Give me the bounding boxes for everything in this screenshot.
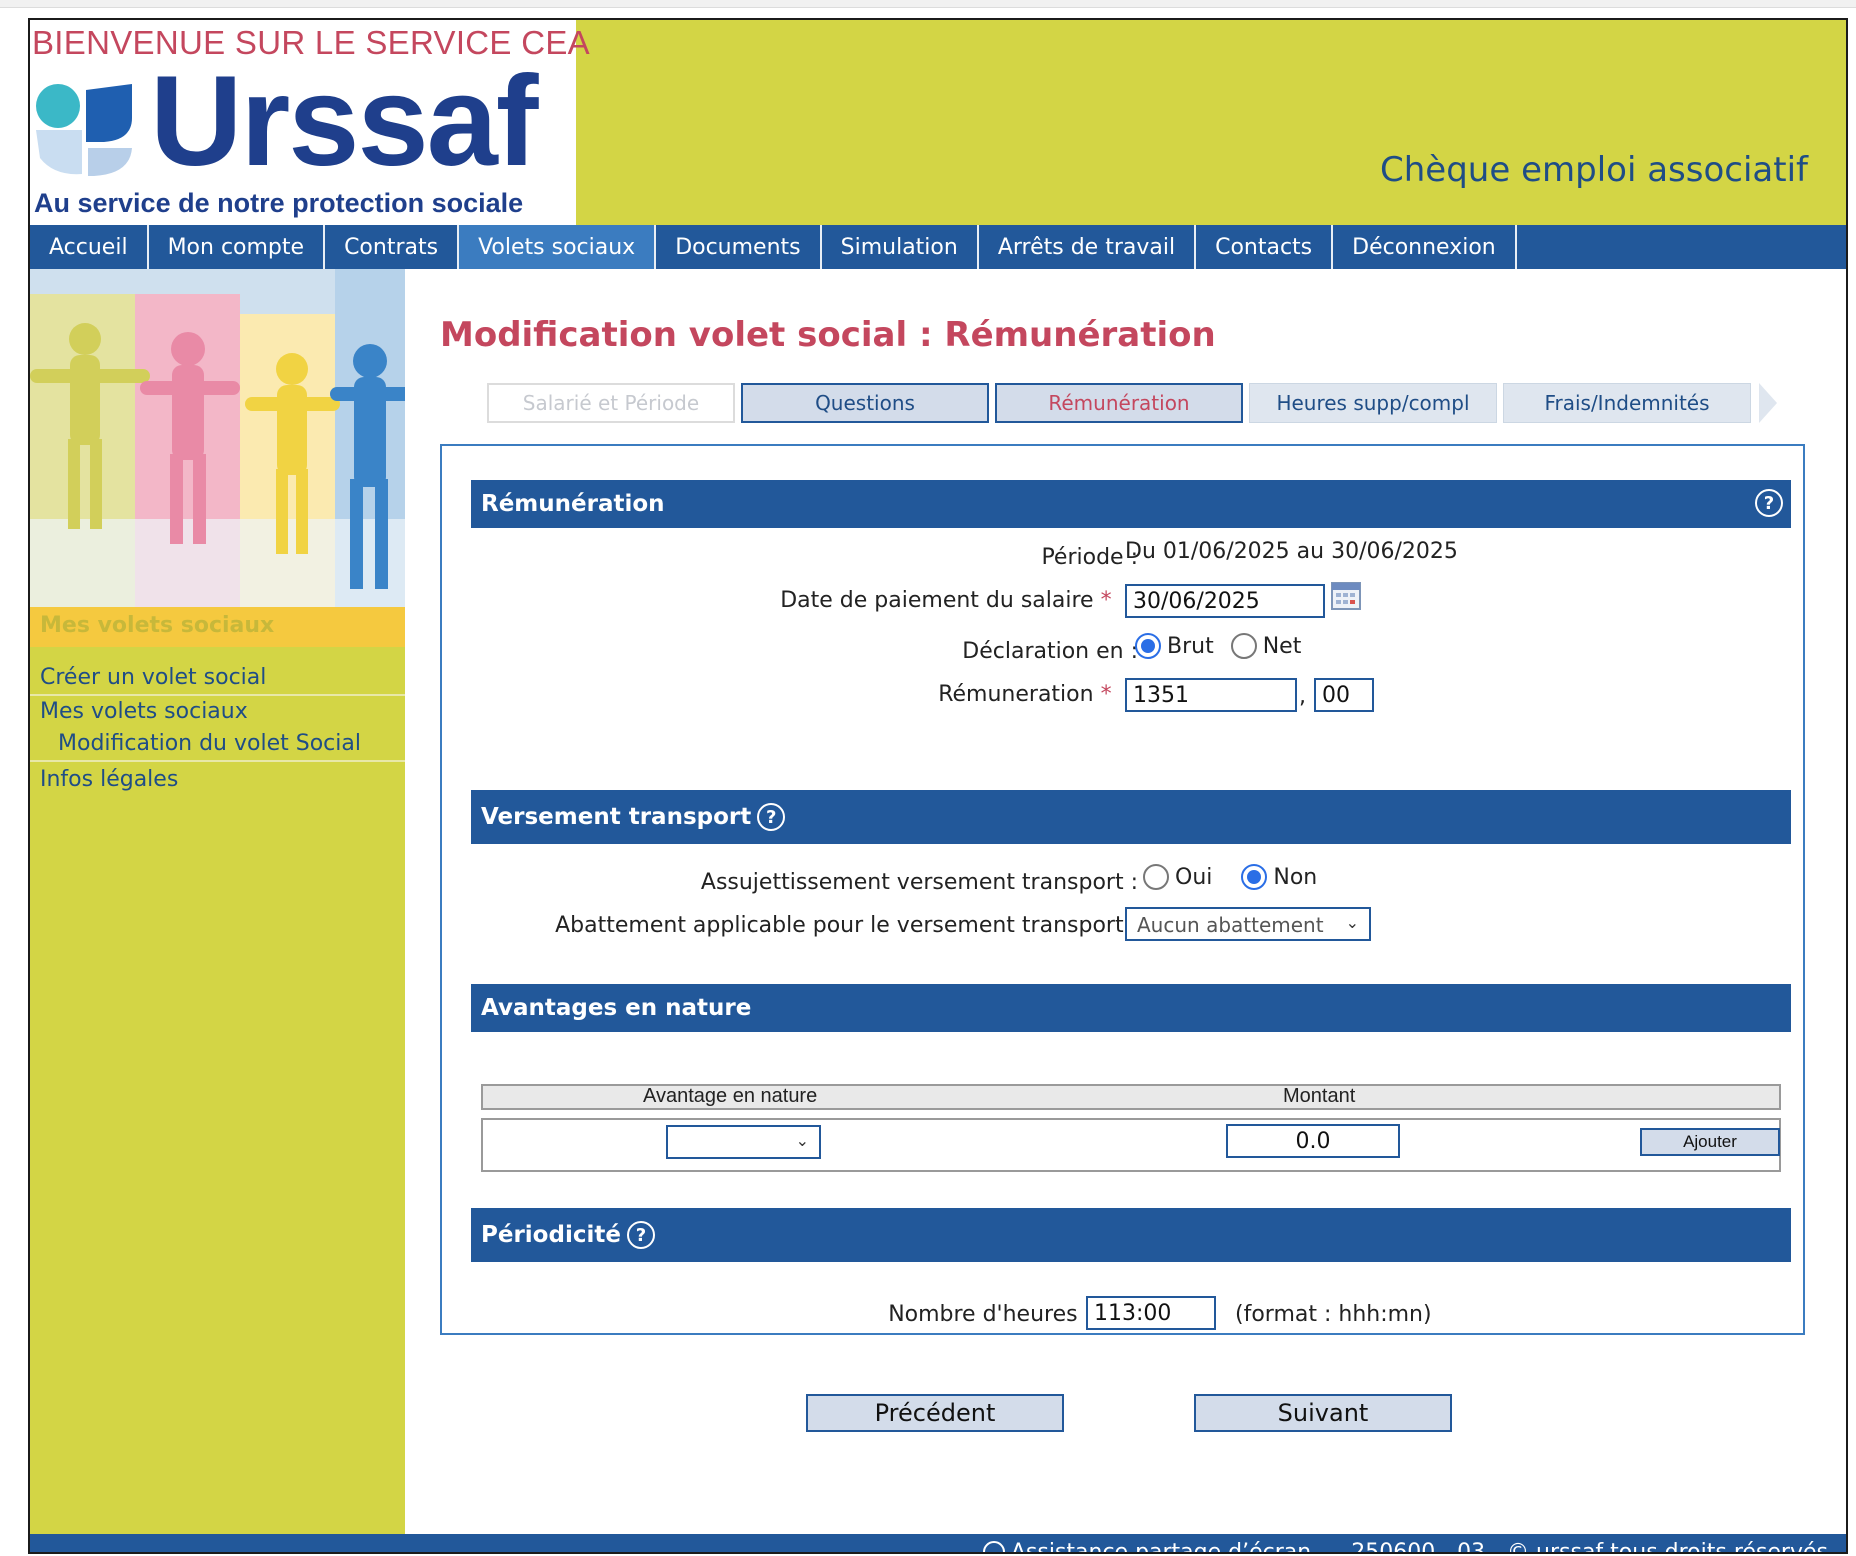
header: BIENVENUE SUR LE SERVICE CEA Urssaf Au s… xyxy=(30,20,1846,225)
app-frame: BIENVENUE SUR LE SERVICE CEA Urssaf Au s… xyxy=(28,18,1848,1554)
nav-documents[interactable]: Documents xyxy=(656,225,822,269)
assujettissement-label: Assujettissement versement transport : xyxy=(700,870,1138,895)
nav-deconnexion[interactable]: Déconnexion xyxy=(1333,225,1517,269)
footer: Assistance partage d’écran 250600 - 03 -… xyxy=(30,1534,1846,1554)
nav-arrets-de-travail[interactable]: Arrêts de travail xyxy=(979,225,1197,269)
section-avantages-header: Avantages en nature xyxy=(471,984,1791,1032)
urssaf-logo-icon xyxy=(36,84,132,176)
declaration-label: Déclaration en : xyxy=(962,639,1138,664)
remuneration-cents-input[interactable] xyxy=(1314,678,1374,712)
required-marker: * xyxy=(1100,588,1112,613)
section-title: Périodicité xyxy=(481,1222,621,1248)
chevron-down-icon: ⌄ xyxy=(1345,913,1359,932)
date-paiement-label: Date de paiement du salaire * : xyxy=(780,588,1138,613)
nav-contrats[interactable]: Contrats xyxy=(325,225,460,269)
montant-input[interactable] xyxy=(1226,1124,1400,1158)
sidebar-link-infos-legales[interactable]: Infos légales xyxy=(30,763,405,796)
step-frais-indemnites[interactable]: Frais/Indemnités xyxy=(1503,383,1751,423)
sidebar-link-creer-volet[interactable]: Créer un volet social xyxy=(30,661,405,696)
nav-mon-compte[interactable]: Mon compte xyxy=(149,225,326,269)
remuneration-label-text: Rémuneration xyxy=(938,682,1094,707)
service-name: Chèque emploi associatif xyxy=(1380,150,1808,190)
step-heures-supp[interactable]: Heures supp/compl xyxy=(1249,383,1497,423)
assistance-link[interactable]: Assistance partage d’écran xyxy=(982,1539,1312,1554)
radio-net[interactable] xyxy=(1230,633,1257,659)
help-icon[interactable]: ? xyxy=(626,1221,655,1249)
date-paiement-label-text: Date de paiement du salaire xyxy=(780,588,1094,613)
section-transport-header: Versement transport ? xyxy=(471,790,1791,844)
sidebar-people-illustration xyxy=(30,269,405,607)
section-title: Avantages en nature xyxy=(481,995,752,1021)
radio-oui-label: Oui xyxy=(1175,864,1213,890)
decimal-separator: , xyxy=(1299,684,1306,709)
sidebar-link-mes-volets[interactable]: Mes volets sociaux xyxy=(30,695,405,728)
main-nav: Accueil Mon compte Contrats Volets socia… xyxy=(30,225,1846,269)
section-title: Versement transport xyxy=(481,804,752,830)
declaration-radio-group: Brut Net xyxy=(1135,633,1311,659)
calendar-icon[interactable] xyxy=(1331,580,1361,610)
avantage-type-select[interactable]: ⌄ xyxy=(666,1125,821,1159)
step-questions[interactable]: Questions xyxy=(741,383,989,423)
nav-simulation[interactable]: Simulation xyxy=(822,225,979,269)
people-illustration-icon xyxy=(30,269,405,607)
nav-volets-sociaux[interactable]: Volets sociaux xyxy=(459,225,657,269)
help-icon[interactable]: ? xyxy=(757,803,786,831)
step-salarie-periode: Salarié et Période xyxy=(487,383,735,423)
wizard-steps: Salarié et Période Questions Rémunératio… xyxy=(487,383,1777,423)
suivant-button[interactable]: Suivant xyxy=(1194,1394,1452,1432)
ajouter-button[interactable]: Ajouter xyxy=(1640,1128,1780,1156)
browser-top-strip xyxy=(0,0,1856,8)
page-title: Modification volet social : Rémunération xyxy=(440,315,1216,355)
chevron-down-icon: ⌄ xyxy=(795,1131,809,1150)
user-support-icon xyxy=(982,1541,1005,1552)
table-row-separator xyxy=(481,1110,1781,1118)
section-periodicite-header: Périodicité ? xyxy=(471,1208,1791,1262)
date-paiement-input[interactable] xyxy=(1125,584,1325,618)
sidebar: Mes volets sociaux Créer un volet social… xyxy=(30,269,405,1534)
nav-accueil[interactable]: Accueil xyxy=(30,225,149,269)
nav-contacts[interactable]: Contacts xyxy=(1196,225,1334,269)
radio-net-label: Net xyxy=(1262,633,1302,659)
column-header-avantage: Avantage en nature xyxy=(643,1085,818,1107)
copyright: 250600 - 03 - © urssaf tous droits réser… xyxy=(1351,1539,1828,1554)
precedent-button[interactable]: Précédent xyxy=(806,1394,1064,1432)
assistance-label: Assistance partage d’écran xyxy=(1010,1539,1312,1554)
remuneration-label: Rémuneration * : xyxy=(938,682,1138,707)
section-title: Rémunération xyxy=(481,491,665,517)
step-remuneration[interactable]: Rémunération xyxy=(995,383,1243,423)
radio-brut[interactable] xyxy=(1135,633,1161,659)
section-remuneration-header: Rémunération ? xyxy=(471,480,1791,528)
urssaf-wordmark: Urssaf xyxy=(150,50,538,193)
nombre-heures-input[interactable] xyxy=(1086,1296,1216,1330)
abattement-select[interactable]: Aucun abattement ⌄ xyxy=(1125,907,1371,941)
sidebar-link-modification-volet[interactable]: Modification du volet Social xyxy=(30,727,405,762)
abattement-label: Abattement applicable pour le versement … xyxy=(555,913,1138,938)
periode-label: Période : xyxy=(1041,545,1138,570)
logo-tagline: Au service de notre protection sociale xyxy=(34,188,524,218)
periode-value: Du 01/06/2025 au 30/06/2025 xyxy=(1125,539,1458,564)
format-hint: (format : hhh:mn) xyxy=(1235,1302,1432,1327)
assujettissement-radio-group: Oui Non xyxy=(1143,864,1327,890)
radio-oui[interactable] xyxy=(1143,864,1169,890)
radio-brut-label: Brut xyxy=(1167,633,1214,659)
avantages-table-header: Avantage en nature Montant xyxy=(483,1085,1779,1110)
steps-next-arrow-icon[interactable] xyxy=(1759,383,1777,423)
column-header-montant: Montant xyxy=(1283,1085,1356,1107)
logo-panel: BIENVENUE SUR LE SERVICE CEA Urssaf Au s… xyxy=(30,20,590,225)
nombre-heures-label: Nombre d'heures : xyxy=(888,1302,1092,1327)
remuneration-euros-input[interactable] xyxy=(1125,678,1297,712)
help-icon[interactable]: ? xyxy=(1755,489,1783,517)
required-marker: * xyxy=(1100,682,1112,707)
radio-non-label: Non xyxy=(1273,864,1318,890)
sidebar-title: Mes volets sociaux xyxy=(30,607,405,647)
radio-non[interactable] xyxy=(1241,864,1268,890)
abattement-selected-value: Aucun abattement xyxy=(1137,913,1324,937)
